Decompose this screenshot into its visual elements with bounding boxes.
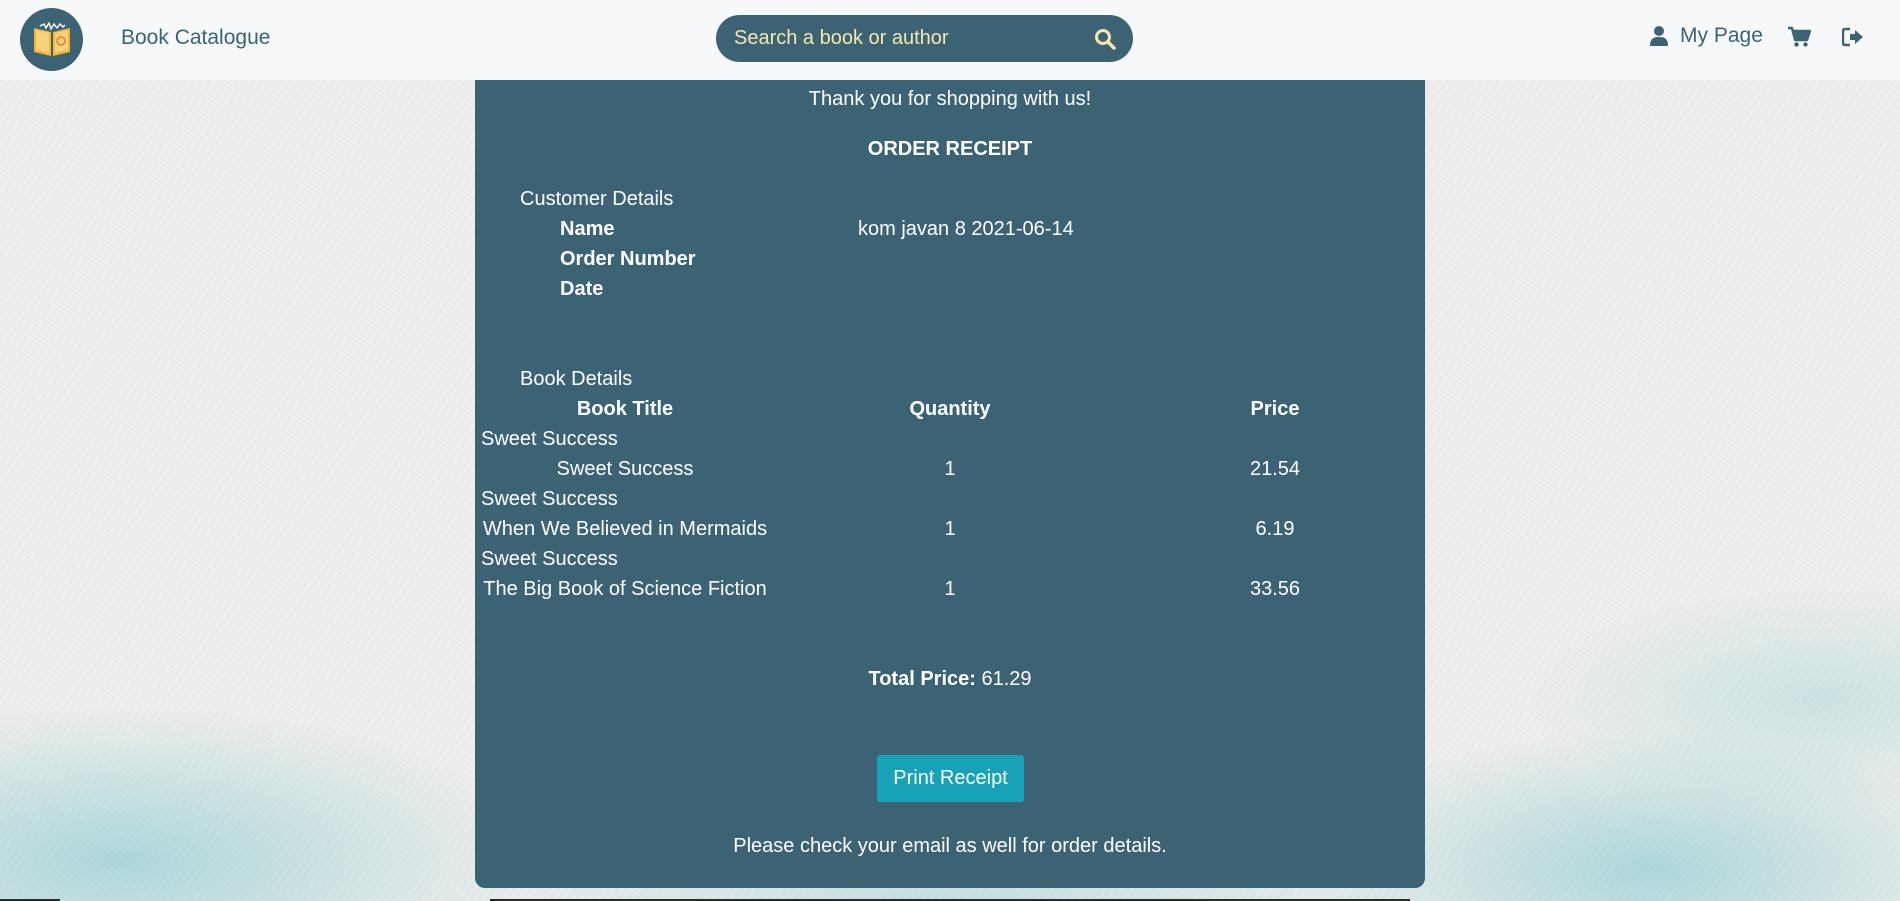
item-quantity: 1: [944, 458, 956, 480]
receipt-title: ORDER RECEIPT: [867, 138, 1033, 160]
item-title: Sweet Success: [556, 458, 694, 480]
search-input[interactable]: [732, 26, 1085, 51]
item-title: When We Believed in Mermaids: [482, 518, 768, 540]
column-header-quantity: Quantity: [909, 398, 991, 420]
thank-you-message: Thank you for shopping with us!: [808, 88, 1092, 110]
name-label: Name: [560, 218, 615, 240]
book-details-heading: Book Details: [520, 368, 633, 390]
email-notice: Please check your email as well for orde…: [733, 835, 1167, 857]
item-title: The Big Book of Science Fiction: [483, 578, 767, 600]
item-price: 33.56: [1249, 578, 1301, 600]
customer-details-heading: Customer Details: [520, 188, 674, 210]
item-group-label: Sweet Success: [481, 428, 618, 450]
customer-details-value: kom javan 8 2021-06-14: [858, 218, 1074, 240]
column-header-price: Price: [1250, 398, 1300, 420]
item-price: 6.19: [1255, 518, 1295, 540]
item-quantity: 1: [944, 518, 956, 540]
total-price-value: 61.29: [981, 668, 1032, 690]
brand-link[interactable]: Book Catalogue: [121, 26, 270, 50]
date-label: Date: [560, 278, 604, 300]
top-navbar: Book Catalogue My Page: [0, 0, 1900, 80]
column-header-title: Book Title: [576, 398, 674, 420]
search-icon[interactable]: [1085, 19, 1125, 59]
my-page-label: My Page: [1680, 24, 1763, 47]
item-group-label: Sweet Success: [481, 548, 618, 570]
order-receipt-card: Thank you for shopping with us! ORDER RE…: [475, 80, 1425, 888]
total-price: Total Price: 61.29: [475, 668, 1425, 691]
item-quantity: 1: [944, 578, 956, 600]
book-logo-icon[interactable]: [20, 8, 83, 71]
search-bar: [716, 15, 1133, 62]
total-price-label: Total Price:: [868, 668, 976, 690]
item-group-label: Sweet Success: [481, 488, 618, 510]
print-receipt-button[interactable]: Print Receipt: [877, 755, 1024, 802]
order-number-label: Order Number: [560, 248, 696, 270]
item-price: 21.54: [1249, 458, 1301, 480]
shopping-cart-icon[interactable]: [1787, 26, 1811, 48]
my-page-link[interactable]: My Page: [1650, 24, 1763, 48]
user-icon: [1650, 25, 1674, 47]
sign-out-icon[interactable]: [1842, 27, 1864, 47]
